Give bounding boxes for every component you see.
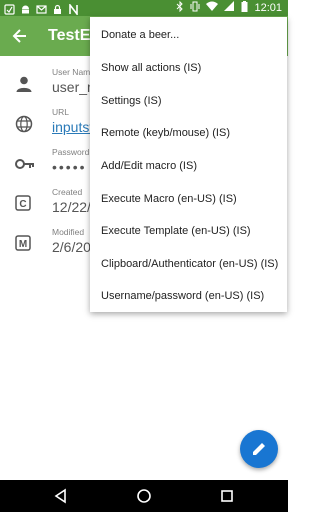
globe-icon [15, 115, 33, 133]
status-left [4, 2, 79, 17]
person-icon [15, 75, 33, 93]
signal-icon [224, 1, 235, 15]
svg-text:M: M [19, 239, 27, 250]
field-label: Password [52, 147, 90, 157]
arrow-back-icon[interactable] [10, 26, 30, 46]
notification-icon [4, 2, 15, 15]
mail-icon [36, 2, 47, 14]
status-time: 12:01 [254, 2, 282, 14]
menu-item-show-all-actions[interactable]: Show all actions (IS) [101, 62, 201, 74]
android-icon [20, 2, 31, 14]
wifi-icon [206, 1, 219, 15]
field-label: URL [52, 107, 70, 117]
edit-icon [253, 443, 265, 455]
field-label: Modified [52, 227, 85, 237]
battery-icon [241, 1, 248, 15]
field-value: ••••• [52, 159, 87, 175]
menu-item-settings[interactable]: Settings (IS) [101, 95, 162, 107]
url-link[interactable]: inputst [52, 119, 93, 135]
svg-text:C: C [19, 199, 26, 210]
home-circle-icon[interactable] [135, 487, 153, 505]
menu-item-execute-template[interactable]: Execute Template (en-US) (IS) [101, 225, 251, 237]
menu-item-add-edit-macro[interactable]: Add/Edit macro (IS) [101, 160, 197, 172]
key-icon [15, 157, 34, 175]
field-label: User Name [52, 67, 95, 77]
n-icon [68, 2, 79, 17]
m-icon: M [15, 235, 33, 253]
menu-item-remote[interactable]: Remote (keyb/mouse) (IS) [101, 127, 230, 139]
vibrate-icon [190, 1, 200, 15]
field-label: Created [52, 187, 83, 197]
menu-item-username-password[interactable]: Username/password (en-US) (IS) [101, 290, 264, 302]
menu-item-execute-macro[interactable]: Execute Macro (en-US) (IS) [101, 193, 237, 205]
recents-square-icon[interactable] [218, 487, 236, 505]
menu-item-donate[interactable]: Donate a beer... [101, 29, 179, 41]
status-right: 12:01 [176, 0, 282, 15]
navigation-bar [0, 480, 288, 512]
edit-fab-button[interactable] [240, 430, 278, 468]
status-bar: 12:01 [0, 0, 288, 17]
field-value: 12/22/ [52, 199, 91, 215]
lock-icon [52, 2, 63, 14]
bluetooth-icon [176, 0, 184, 15]
c-icon: C [15, 195, 33, 213]
back-triangle-icon[interactable] [52, 487, 70, 505]
menu-item-clipboard-authenticator[interactable]: Clipboard/Authenticator (en-US) (IS) [101, 258, 278, 270]
field-value: 2/6/20 [52, 239, 91, 255]
overflow-menu: Donate a beer... Show all actions (IS) S… [90, 17, 287, 312]
